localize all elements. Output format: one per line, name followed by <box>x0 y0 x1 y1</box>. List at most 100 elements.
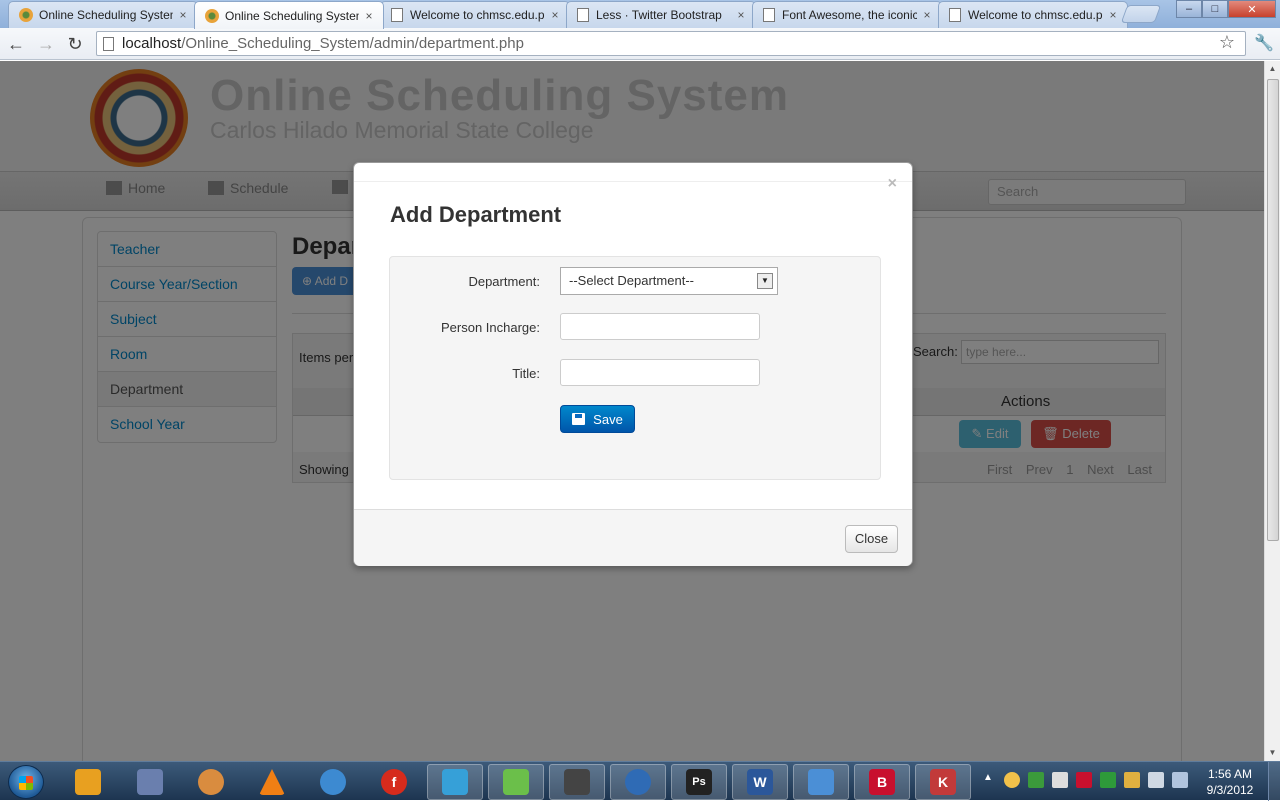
tray-sun-icon[interactable] <box>1004 772 1020 788</box>
dropdown-arrow-icon[interactable]: ▼ <box>757 273 773 289</box>
browser-toolbar: ← → ↻ localhost/Online_Scheduling_System… <box>0 28 1280 60</box>
save-label: Save <box>593 411 623 427</box>
tab-label: Online Scheduling System <box>225 8 359 23</box>
new-tab-button[interactable] <box>1120 5 1162 23</box>
forward-arrow-icon[interactable]: → <box>34 32 58 56</box>
browser-tab[interactable]: Welcome to chmsc.edu.ph × <box>938 1 1128 28</box>
notepad-icon <box>503 769 529 795</box>
scroll-thumb[interactable] <box>1267 79 1279 541</box>
minimize-button[interactable]: – <box>1176 0 1202 18</box>
taskbar-app[interactable] <box>488 764 544 800</box>
taskbar-app[interactable] <box>305 764 361 800</box>
department-form: Department: --Select Department-- ▼ Pers… <box>389 256 881 480</box>
start-button[interactable] <box>8 765 44 799</box>
wrench-menu-icon[interactable]: 🔧 <box>1254 33 1274 53</box>
page-icon <box>103 36 114 51</box>
system-clock[interactable]: 1:56 AM 9/3/2012 <box>1198 766 1262 798</box>
modal-close-icon[interactable]: × <box>888 175 897 193</box>
tray-flag-icon[interactable] <box>1052 772 1068 788</box>
tab-label: Welcome to chmsc.edu.ph <box>968 8 1103 22</box>
close-tab-icon[interactable]: × <box>177 8 189 22</box>
show-desktop-button[interactable] <box>1268 762 1280 801</box>
url-path: /Online_Scheduling_System/admin/departme… <box>181 35 524 52</box>
taskbar-app[interactable] <box>793 764 849 800</box>
page-viewport: Online Scheduling System Carlos Hilado M… <box>0 61 1264 761</box>
url-text[interactable]: localhost/Online_Scheduling_System/admin… <box>122 35 524 52</box>
taskbar-app[interactable]: K <box>915 764 971 800</box>
scroll-down-arrow-icon[interactable]: ▼ <box>1265 745 1280 761</box>
taskbar-app[interactable] <box>122 764 178 800</box>
window-icon <box>320 769 346 795</box>
taskbar-app[interactable] <box>183 764 239 800</box>
site-favicon-icon <box>205 8 219 23</box>
windows-taskbar: f Ps W B K ▲ 1:56 AM 9/3/2012 <box>0 761 1280 801</box>
page-icon <box>763 8 775 22</box>
network-icon <box>808 769 834 795</box>
tab-label: Online Scheduling System <box>39 8 173 22</box>
maximize-button[interactable]: □ <box>1202 0 1228 18</box>
title-label: Title: <box>512 366 540 381</box>
taskbar-app[interactable]: Ps <box>671 764 727 800</box>
browser-tab-active[interactable]: Online Scheduling System × <box>194 1 384 29</box>
media-icon <box>137 769 163 795</box>
taskbar-app[interactable]: W <box>732 764 788 800</box>
add-department-modal: × Add Department Department: --Select De… <box>353 162 913 566</box>
department-label: Department: <box>468 274 540 289</box>
ie-icon <box>625 769 651 795</box>
tray-bitdefender-icon[interactable] <box>1076 772 1092 788</box>
scroll-up-arrow-icon[interactable]: ▲ <box>1265 61 1280 77</box>
clock-date: 9/3/2012 <box>1206 783 1254 797</box>
browser-tab[interactable]: Online Scheduling System × <box>8 1 198 28</box>
bitdefender-icon: B <box>869 769 895 795</box>
taskbar-app[interactable] <box>610 764 666 800</box>
page-scrollbar[interactable]: ▲ ▼ <box>1264 61 1280 761</box>
address-bar[interactable]: localhost/Online_Scheduling_System/admin… <box>96 31 1246 56</box>
back-arrow-icon[interactable]: ← <box>4 32 28 56</box>
taskbar-app[interactable]: B <box>854 764 910 800</box>
browser-tab[interactable]: Font Awesome, the iconic × <box>752 1 942 28</box>
browser-tab[interactable]: Less · Twitter Bootstrap × <box>566 1 756 28</box>
close-tab-icon[interactable]: × <box>363 9 375 23</box>
taskbar-app[interactable] <box>60 764 116 800</box>
bookmark-star-icon[interactable]: ☆ <box>1219 32 1235 53</box>
word-icon: W <box>747 769 773 795</box>
show-hidden-icons-icon[interactable]: ▲ <box>980 772 996 788</box>
close-window-button[interactable]: ✕ <box>1228 0 1276 18</box>
title-input[interactable] <box>560 359 760 386</box>
close-tab-icon[interactable]: × <box>549 8 561 22</box>
file-manager-icon <box>75 769 101 795</box>
close-tab-icon[interactable]: × <box>921 8 933 22</box>
reload-icon[interactable]: ↻ <box>63 32 87 56</box>
app-icon <box>442 769 468 795</box>
system-tray: ▲ <box>980 772 1188 788</box>
tab-label: Less · Twitter Bootstrap <box>596 8 722 22</box>
close-tab-icon[interactable]: × <box>735 8 747 22</box>
bbedit-icon: K <box>930 769 956 795</box>
tray-green-icon[interactable] <box>1100 772 1116 788</box>
tray-shield-icon[interactable] <box>1028 772 1044 788</box>
close-button[interactable]: Close <box>845 525 898 553</box>
person-incharge-input[interactable] <box>560 313 760 340</box>
page-icon <box>949 8 961 22</box>
modal-footer: Close <box>354 509 912 566</box>
browser-tabstrip: Online Scheduling System × Online Schedu… <box>0 0 1280 29</box>
close-tab-icon[interactable]: × <box>1107 8 1119 22</box>
person-incharge-label: Person Incharge: <box>440 320 540 335</box>
network-tray-icon[interactable] <box>1172 772 1188 788</box>
department-select-value: --Select Department-- <box>569 273 694 288</box>
site-favicon-icon <box>19 8 33 22</box>
taskbar-app[interactable]: f <box>366 764 422 800</box>
page-icon <box>391 8 403 22</box>
taskbar-app[interactable] <box>427 764 483 800</box>
browser-tab[interactable]: Welcome to chmsc.edu.ph × <box>380 1 570 28</box>
flash-icon: f <box>381 769 407 795</box>
taskbar-app[interactable] <box>244 764 300 800</box>
page-icon <box>577 8 589 22</box>
volume-icon[interactable] <box>1148 772 1164 788</box>
clock-time: 1:56 AM <box>1207 767 1253 781</box>
taskbar-app[interactable] <box>549 764 605 800</box>
url-host: localhost <box>122 35 182 52</box>
tray-people-icon[interactable] <box>1124 772 1140 788</box>
department-select[interactable]: --Select Department-- ▼ <box>560 267 778 295</box>
save-button[interactable]: Save <box>560 405 635 433</box>
